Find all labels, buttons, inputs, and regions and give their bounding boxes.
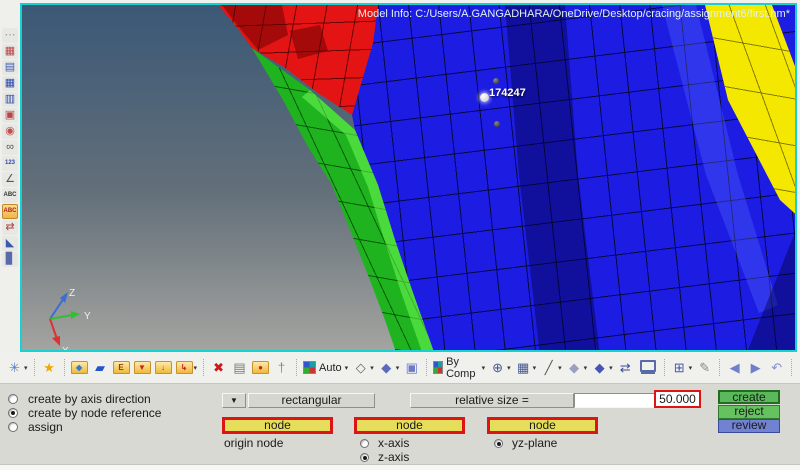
command-panel: create by axis direction create by node … — [0, 384, 800, 464]
radio-x-axis-label: x-axis — [378, 436, 410, 450]
radio-assign[interactable] — [8, 422, 18, 432]
origin-node-button[interactable]: node — [222, 417, 333, 434]
toolbar-separator — [791, 359, 793, 376]
view-cube-icon[interactable]: ▣ — [402, 358, 421, 378]
review-button[interactable]: review — [718, 419, 780, 433]
auto-color-mode-icon[interactable]: Auto ▾ — [302, 358, 349, 378]
drag-handle-icon[interactable]: ⋯ — [2, 28, 18, 43]
recent-files-icon[interactable]: ↳ ▾ — [175, 358, 199, 378]
selected-node-id-label: 174247 — [489, 87, 526, 99]
viewport-background: Model Info: C:/Users/A.GANGADHARA/OneDri… — [22, 5, 795, 350]
toolbar-separator — [33, 359, 35, 376]
create-button[interactable]: create — [718, 390, 780, 404]
panel-window-icon[interactable]: ▦ — [2, 44, 18, 59]
favorites-star-icon[interactable]: ★ — [40, 358, 59, 378]
label-active-icon[interactable]: ABC — [2, 204, 18, 219]
view-next-icon[interactable]: ▶ — [746, 358, 765, 378]
radio-create-by-axis-direction-label: create by axis direction — [28, 392, 151, 406]
radio-yz-plane-label: yz-plane — [512, 436, 558, 450]
selected-node-marker[interactable] — [480, 93, 489, 102]
color-swatch-icon — [433, 361, 444, 374]
fit-view-icon[interactable]: ⇄ — [616, 358, 635, 378]
radio-x-axis[interactable] — [360, 439, 369, 448]
shaded-mode-icon[interactable]: ▦ ▾ — [514, 358, 538, 378]
selector-filled-icon[interactable]: ◆ ▾ — [377, 358, 401, 378]
toolbar-separator — [663, 359, 665, 376]
axis-node-button[interactable]: node — [354, 417, 465, 434]
feature-display-icon[interactable]: ◆ ▾ — [565, 358, 589, 378]
entity-sets-icon[interactable]: ▣ — [2, 108, 18, 123]
triad-x-label: X — [62, 346, 69, 350]
relative-size-label-button[interactable]: relative size = — [410, 393, 574, 408]
radio-yz-plane[interactable] — [494, 439, 503, 448]
mask-panel-icon[interactable]: ▤ — [2, 60, 18, 75]
toolbar-separator — [203, 359, 205, 376]
mesh-node-dot-upper[interactable] — [493, 78, 499, 84]
radio-create-by-axis-direction[interactable] — [8, 394, 18, 404]
open-model-icon[interactable]: ▰ — [91, 358, 110, 378]
monitor-glyph — [639, 360, 656, 372]
numbers-display-icon[interactable]: 123 — [2, 156, 18, 171]
export-model-icon[interactable]: E — [112, 358, 131, 378]
reject-button[interactable]: reject — [718, 405, 780, 419]
view-prev-icon[interactable]: ◀ — [725, 358, 744, 378]
color-swatch-icon — [303, 361, 317, 374]
status-strip — [0, 464, 800, 470]
walkthrough-icon[interactable]: † — [272, 358, 291, 378]
plane-node-button[interactable]: node — [487, 417, 598, 434]
model-info-text: Model Info: C:/Users/A.GANGADHARA/OneDri… — [357, 8, 790, 20]
toolbar-separator — [719, 359, 721, 376]
mesh-node-dot-lower[interactable] — [494, 121, 500, 127]
color-by-comp-icon[interactable]: By Comp ▾ — [432, 356, 486, 380]
bottom-toolbar: ✳ ▾ ★ ◆ ▰ E ▼ ↓ ↳ ▾ ✖ ▤ ● † Auto ▾ ◇ ▾ ◆ ▾ ▣ By Comp ▾ ⊕ ▾ ▦ ▾ ╱ ▾ ◆ ▾… — [0, 352, 800, 384]
wireframe-mode-icon[interactable]: ⊕ ▾ — [488, 358, 512, 378]
settings-gear-icon[interactable]: ✳ ▾ — [5, 358, 29, 378]
measure-tool-icon[interactable]: ∠ — [2, 172, 18, 187]
relative-size-input[interactable] — [574, 393, 656, 408]
save-model-icon[interactable]: ▼ — [133, 358, 152, 378]
toolbar-separator — [63, 359, 65, 376]
window-layout-icon[interactable]: ⊞ ▾ — [670, 358, 694, 378]
edge-display-icon[interactable]: ╱ ▾ — [539, 358, 563, 378]
toolbar-separator — [296, 359, 298, 376]
organize-icon[interactable]: ● — [251, 358, 270, 378]
solver-browser-icon[interactable]: ▥ — [2, 92, 18, 107]
banner-flag-icon[interactable]: ◣ — [2, 236, 18, 251]
shape-type-dropdown-button[interactable]: ▼ — [222, 393, 246, 408]
import-model-icon[interactable]: ◆ — [70, 358, 89, 378]
triad-y-label: Y — [84, 311, 91, 322]
find-binoculars-icon[interactable]: ∞ — [2, 140, 18, 155]
radio-create-by-node-reference[interactable] — [8, 408, 18, 418]
radio-create-by-node-reference-label: create by node reference — [28, 406, 162, 420]
transform-arrows-icon[interactable]: ⇄ — [2, 220, 18, 235]
origin-node-caption: origin node — [224, 436, 284, 450]
shrink-display-icon[interactable]: ◆ ▾ — [590, 358, 614, 378]
radio-z-axis[interactable] — [360, 453, 369, 462]
preferences-wrench-icon[interactable]: ✎ — [695, 358, 714, 378]
relative-size-value[interactable]: 50.000 — [654, 390, 701, 408]
selector-outline-icon[interactable]: ◇ ▾ — [351, 358, 375, 378]
save-as-model-icon[interactable]: ↓ — [154, 358, 173, 378]
reorder-layers-icon[interactable]: ▤ — [230, 358, 249, 378]
radio-z-axis-label: z-axis — [378, 450, 410, 464]
label-grid-icon[interactable]: ABC — [2, 188, 18, 203]
triad-z-label: Z — [69, 288, 75, 299]
toolbar-separator — [426, 359, 428, 376]
left-sidebar: ⋯ ▦ ▤ ▦ ▥ ▣ ◉ ∞ 123 ∠ ABC ABC ⇄ ◣ ▊ — [0, 0, 20, 352]
radio-assign-label: assign — [28, 420, 63, 434]
full-screen-icon[interactable] — [637, 358, 659, 378]
delete-entity-icon[interactable]: ✖ — [209, 358, 228, 378]
orientation-triad: Z Y X — [49, 288, 91, 350]
material-jar-icon[interactable]: ▊ — [2, 252, 18, 267]
shape-type-button[interactable]: rectangular — [248, 393, 375, 408]
view-undo-icon[interactable]: ↶ — [767, 358, 786, 378]
model-browser-icon[interactable]: ▦ — [2, 76, 18, 91]
spherical-clip-icon[interactable]: ◉ — [2, 124, 18, 139]
graphics-viewport[interactable]: Model Info: C:/Users/A.GANGADHARA/OneDri… — [20, 3, 797, 352]
